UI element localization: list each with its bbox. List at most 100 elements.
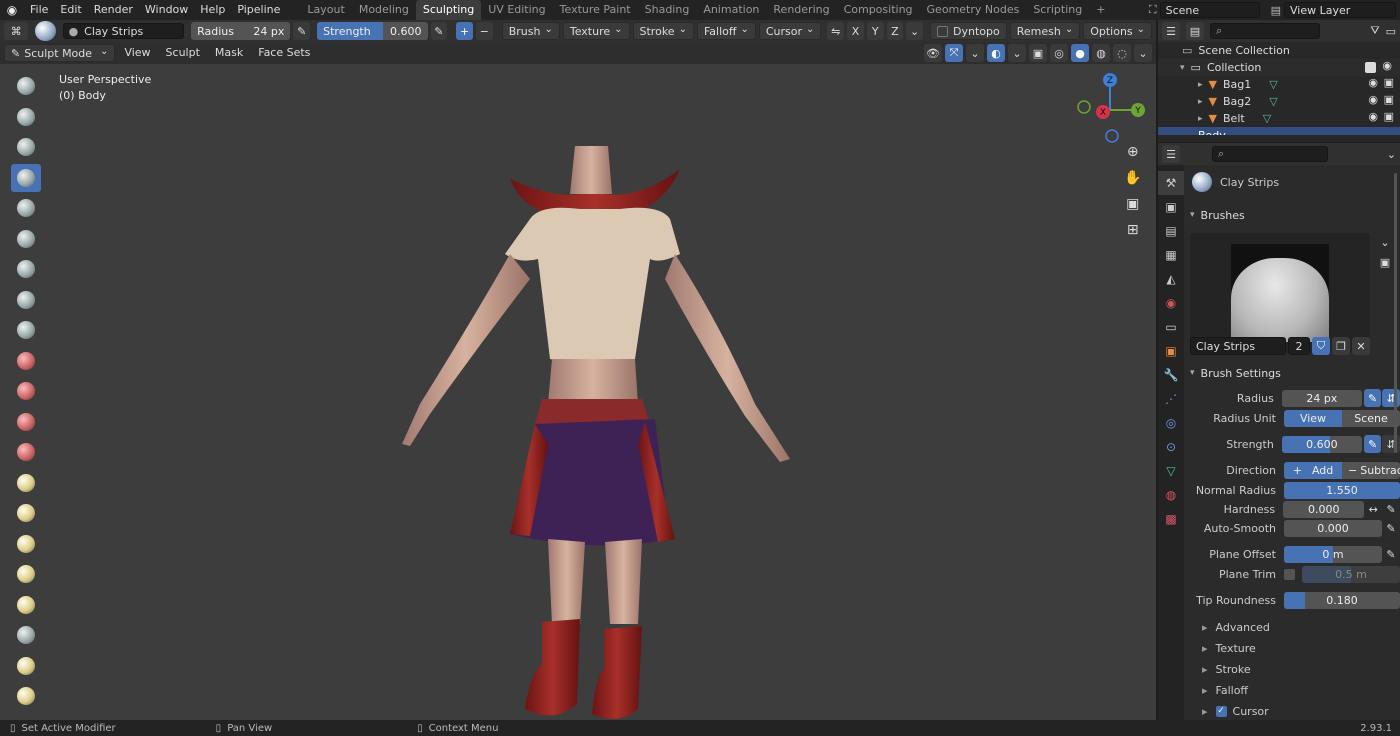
material-shading-icon[interactable]: ◍ [1092, 44, 1110, 62]
subpanel-cursor[interactable]: ▸ ✓ Cursor [1202, 701, 1269, 721]
plane-trim-checkbox[interactable] [1284, 568, 1295, 580]
filter-icon[interactable]: ⛛ [1370, 24, 1379, 38]
brush-settings-panel-header[interactable]: ▾ Brush Settings [1190, 364, 1281, 382]
grab-brush-icon[interactable] [11, 530, 41, 558]
strength-pressure-icon[interactable]: ✎ [1363, 435, 1382, 453]
strength-unified-icon[interactable]: ⇵ [1382, 435, 1400, 453]
mask-menu[interactable]: Mask [209, 43, 249, 63]
direction-subtract-button[interactable]: −Subtract [1342, 461, 1400, 479]
expand-icon[interactable]: ▸ [1198, 97, 1203, 107]
collection-visibility-icon[interactable]: ◉ [1382, 59, 1392, 72]
properties-search-field[interactable]: ⌕ [1212, 146, 1328, 162]
tab-shading[interactable]: Shading [638, 0, 697, 20]
cursor-checkbox[interactable]: ✓ [1215, 705, 1227, 717]
dyntopo-toggle[interactable]: Dyntopo [930, 22, 1007, 40]
wireframe-shading-icon[interactable]: ◎ [1050, 44, 1068, 62]
menu-window[interactable]: Window [139, 0, 194, 20]
constraints-tab-icon[interactable]: ⊙ [1158, 435, 1184, 459]
tool-tab-icon[interactable]: ⚒ [1158, 171, 1184, 195]
visibility-eye-icon[interactable]: ◉ [1368, 93, 1378, 106]
texture-menu[interactable]: Texture [562, 22, 630, 40]
nudge-brush-icon[interactable] [11, 682, 41, 710]
tab-compositing[interactable]: Compositing [837, 0, 920, 20]
render-tab-icon[interactable]: ▣ [1158, 195, 1184, 219]
tab-geometry-nodes[interactable]: Geometry Nodes [920, 0, 1027, 20]
sculpt-menu[interactable]: Sculpt [160, 43, 206, 63]
brush-image-icon[interactable]: ▣ [1376, 253, 1394, 271]
scene-tab-icon[interactable]: ◭ [1158, 267, 1184, 291]
strength-slider[interactable]: Strength 0.600 [317, 22, 428, 40]
expand-icon[interactable]: ▸ [1198, 80, 1203, 90]
tab-scripting[interactable]: Scripting [1026, 0, 1089, 20]
gizmo-neg-y-icon[interactable] [1077, 100, 1091, 114]
remesh-menu[interactable]: Remesh [1009, 22, 1081, 40]
menu-help[interactable]: Help [194, 0, 231, 20]
properties-editor-type-icon[interactable]: ☰ [1162, 145, 1180, 163]
plane-trim-field[interactable]: 0.5 m [1302, 565, 1400, 583]
inflate-brush-icon[interactable] [11, 255, 41, 283]
radius-unit-scene-button[interactable]: Scene [1342, 409, 1400, 427]
scene-icon[interactable]: ⛶ [1149, 3, 1157, 17]
rendered-shading-icon[interactable]: ◌ [1113, 44, 1131, 62]
menu-render[interactable]: Render [88, 0, 139, 20]
tab-modeling[interactable]: Modeling [352, 0, 416, 20]
elastic-deform-brush-icon[interactable] [11, 560, 41, 588]
expand-collection-icon[interactable]: ▾ [1180, 63, 1185, 73]
overlays-icon[interactable]: ◐ [987, 44, 1005, 62]
gizmo-icon[interactable]: ⤧ [945, 44, 963, 62]
clay-brush-icon[interactable] [11, 133, 41, 161]
direction-add-button[interactable]: + [456, 22, 473, 40]
properties-scrollbar[interactable] [1394, 173, 1397, 453]
cursor-menu[interactable]: Cursor [758, 22, 822, 40]
outliner-item-body[interactable]: Body [1158, 127, 1400, 135]
menu-pipeline[interactable]: Pipeline [231, 0, 286, 20]
brush-selector[interactable]: ● Clay Strips [62, 23, 185, 39]
display-mode-icon[interactable]: ▤ [1186, 22, 1204, 40]
overlays-dropdown-icon[interactable]: ⌄ [1008, 44, 1026, 62]
collection-tab-icon[interactable]: ▭ [1158, 315, 1184, 339]
add-workspace-button[interactable]: + [1089, 0, 1112, 20]
subpanel-stroke[interactable]: Stroke [1202, 659, 1251, 679]
subpanel-texture[interactable]: Texture [1202, 638, 1256, 658]
menu-file[interactable]: File [24, 0, 54, 20]
symmetry-options-icon[interactable]: ⌄ [906, 22, 923, 40]
axis-x-toggle[interactable]: X [847, 22, 864, 40]
object-tab-icon[interactable]: ▣ [1158, 339, 1184, 363]
clay-strips-brush-icon[interactable] [11, 163, 41, 192]
axis-y-toggle[interactable]: Y [866, 22, 884, 40]
3d-viewport[interactable]: User Perspective (0) Body Z Y X ⊕ ✋ ▣ ⊞ [0, 64, 1156, 720]
smooth-brush-icon[interactable] [11, 347, 41, 375]
camera-icon[interactable]: ▣ [1126, 196, 1139, 218]
blender-logo-icon[interactable]: ◉ [0, 3, 24, 17]
falloff-menu[interactable]: Falloff [696, 22, 756, 40]
radius-pressure-icon[interactable]: ✎ [293, 22, 311, 40]
stroke-menu[interactable]: Stroke [632, 22, 694, 40]
new-collection-icon[interactable]: ▭ [1386, 25, 1396, 38]
subpanel-falloff[interactable]: Falloff [1202, 680, 1248, 700]
direction-add-button[interactable]: + Add [1284, 461, 1342, 479]
visibility-icon[interactable]: 👁 [924, 44, 942, 62]
pose-brush-icon[interactable] [11, 652, 41, 680]
outliner-item-belt[interactable]: ▸ ▼ Belt ▽ ◉ ▣ [1158, 110, 1400, 127]
output-tab-icon[interactable]: ▤ [1158, 219, 1184, 243]
brush-preview-icon[interactable] [35, 21, 56, 41]
options-menu[interactable]: Options [1083, 22, 1153, 40]
perspective-grid-icon[interactable]: ⊞ [1127, 222, 1139, 244]
tab-texture-paint[interactable]: Texture Paint [553, 0, 638, 20]
brush-users-count[interactable]: 2 [1288, 337, 1310, 355]
auto-smooth-field[interactable]: 0.000 [1284, 519, 1382, 537]
face-sets-menu[interactable]: Face Sets [252, 43, 316, 63]
view-layer-field[interactable]: View Layer [1284, 2, 1396, 18]
view-layer-icon[interactable]: ▤ [1271, 4, 1281, 17]
thumb-brush-icon[interactable] [11, 621, 41, 649]
view-layer-tab-icon[interactable]: ▦ [1158, 243, 1184, 267]
pan-hand-icon[interactable]: ✋ [1124, 170, 1141, 192]
collection-row[interactable]: ▾ ▭ Collection ◉ [1158, 59, 1400, 76]
expand-icon[interactable]: ▸ [1198, 114, 1203, 124]
direction-subtract-button[interactable]: − [475, 22, 493, 40]
scene-field[interactable]: Scene [1159, 2, 1260, 18]
mode-selector[interactable]: ✎ Sculpt Mode [4, 44, 116, 62]
plane-offset-field[interactable]: 0 m [1284, 545, 1382, 563]
outliner-item-bag1[interactable]: ▸ ▼ Bag1 ▽ ◉ ▣ [1158, 76, 1400, 93]
xray-icon[interactable]: ▣ [1029, 44, 1047, 62]
